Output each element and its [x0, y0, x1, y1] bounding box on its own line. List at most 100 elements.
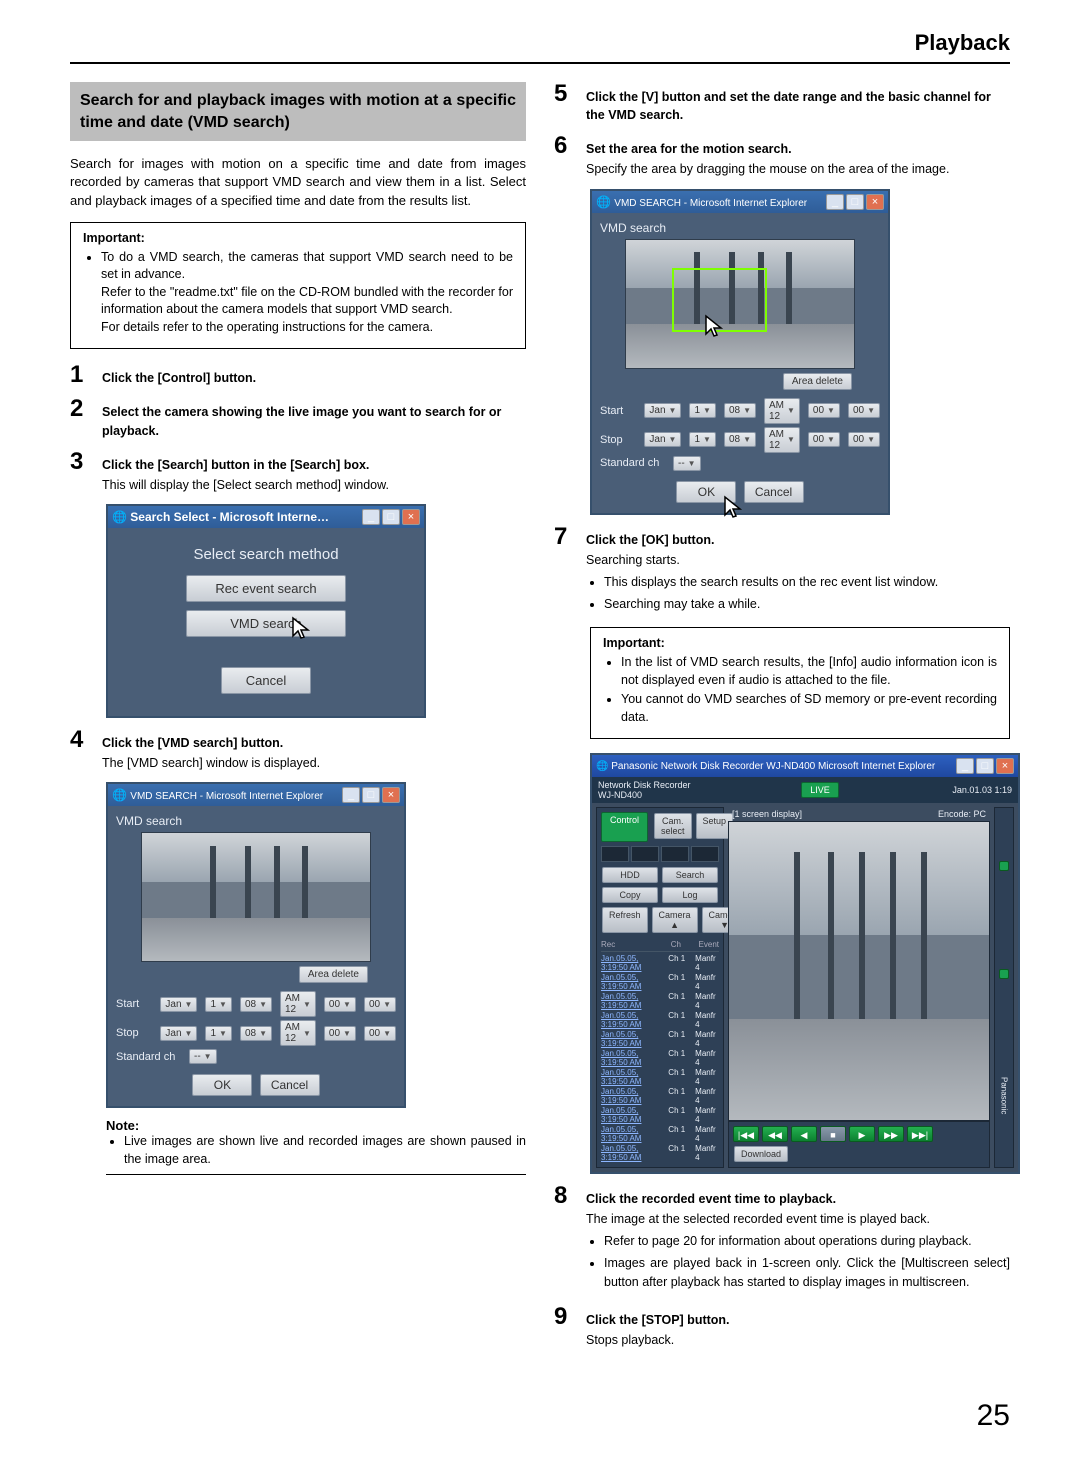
close-icon[interactable]: ×	[402, 509, 420, 525]
event-row[interactable]: Jan.05.05, 3:19:50 AMCh 1Manfr 4	[601, 1068, 719, 1086]
event-row[interactable]: Jan.05.05, 3:19:50 AMCh 1Manfr 4	[601, 992, 719, 1010]
event-row[interactable]: Jan.05.05, 3:19:50 AMCh 1Manfr 4	[601, 1011, 719, 1029]
search-button[interactable]: Search	[662, 867, 718, 883]
day-select[interactable]: 1▼	[205, 997, 231, 1012]
hdd-button[interactable]: HDD	[602, 867, 658, 883]
step-3: 3 Click the [Search] button in the [Sear…	[70, 450, 526, 494]
vmd-search-button[interactable]: VMD search	[186, 610, 346, 637]
playback-button[interactable]: ▶▶	[878, 1126, 904, 1142]
cam-select-tab[interactable]: Cam. select	[654, 813, 692, 839]
minimize-icon[interactable]: _	[342, 787, 360, 803]
minimize-icon[interactable]: _	[362, 509, 380, 525]
close-icon[interactable]: ×	[996, 758, 1014, 774]
channel-select[interactable]: --▼	[673, 456, 701, 471]
step-text: Click the [VMD search] button.	[102, 736, 283, 750]
hour-select[interactable]: AM 12▼	[280, 1020, 316, 1046]
cancel-button[interactable]: Cancel	[744, 481, 804, 503]
display-mode: [1 screen display]	[732, 809, 802, 819]
day-select[interactable]: 1▼	[689, 432, 715, 447]
important-item: To do a VMD search, the cameras that sup…	[101, 249, 513, 337]
maximize-icon[interactable]: □	[976, 758, 994, 774]
area-delete-button[interactable]: Area delete	[783, 373, 852, 390]
ie-icon: 🌐 VMD SEARCH - Microsoft Internet Explor…	[596, 195, 807, 209]
minute-select[interactable]: 00▼	[808, 432, 840, 447]
close-icon[interactable]: ×	[866, 194, 884, 210]
content-columns: Search for and playback images with moti…	[70, 82, 1010, 1359]
day-select[interactable]: 1▼	[689, 403, 715, 418]
camera-preview[interactable]	[141, 832, 371, 962]
note-title: Note:	[106, 1118, 526, 1133]
month-select[interactable]: Jan▼	[160, 1026, 197, 1041]
status-led	[999, 969, 1009, 979]
year-select[interactable]: 08▼	[724, 403, 756, 418]
cancel-button[interactable]: Cancel	[221, 667, 311, 694]
second-select[interactable]: 00▼	[364, 1026, 396, 1041]
minimize-icon[interactable]: _	[956, 758, 974, 774]
event-row[interactable]: Jan.05.05, 3:19:50 AMCh 1Manfr 4	[601, 1106, 719, 1124]
step-9: 9 Click the [STOP] button. Stops playbac…	[554, 1305, 1010, 1349]
cancel-button[interactable]: Cancel	[260, 1074, 320, 1096]
event-row[interactable]: Jan.05.05, 3:19:50 AMCh 1Manfr 4	[601, 973, 719, 991]
camera-up-button[interactable]: Camera ▲	[652, 907, 698, 933]
year-select[interactable]: 08▼	[240, 997, 272, 1012]
playback-button[interactable]: ▶▶|	[907, 1126, 933, 1142]
second-select[interactable]: 00▼	[364, 997, 396, 1012]
close-icon[interactable]: ×	[382, 787, 400, 803]
month-select[interactable]: Jan▼	[160, 997, 197, 1012]
hour-select[interactable]: AM 12▼	[764, 427, 800, 453]
log-button[interactable]: Log	[662, 887, 718, 903]
ok-button[interactable]: OK	[192, 1074, 252, 1096]
important-box-2: Important: In the list of VMD search res…	[590, 627, 1010, 739]
main-camera-view[interactable]	[728, 821, 990, 1121]
multiscreen-row[interactable]	[601, 846, 719, 862]
second-select[interactable]: 00▼	[848, 403, 880, 418]
rec-event-search-button[interactable]: Rec event search	[186, 575, 346, 602]
event-row[interactable]: Jan.05.05, 3:19:50 AMCh 1Manfr 4	[601, 1144, 719, 1162]
step-number: 5	[554, 82, 576, 106]
playback-button[interactable]: ◀◀	[762, 1126, 788, 1142]
camera-preview[interactable]	[625, 239, 855, 369]
playback-button[interactable]: ◀	[791, 1126, 817, 1142]
step-1: 1 Click the [Control] button.	[70, 363, 526, 387]
month-select[interactable]: Jan▼	[644, 432, 681, 447]
live-indicator: LIVE	[801, 782, 839, 798]
step-number: 9	[554, 1305, 576, 1329]
minute-select[interactable]: 00▼	[324, 997, 356, 1012]
step-sub: The [VMD search] window is displayed.	[102, 754, 526, 772]
playback-button[interactable]: |◀◀	[733, 1126, 759, 1142]
step-sub: Specify the area by dragging the mouse o…	[586, 160, 1010, 178]
minimize-icon[interactable]: _	[826, 194, 844, 210]
maximize-icon[interactable]: □	[362, 787, 380, 803]
step-bullet: Images are played back in 1-screen only.…	[604, 1254, 1010, 1290]
second-select[interactable]: 00▼	[848, 432, 880, 447]
step-text: Select the camera showing the live image…	[102, 405, 501, 437]
hour-select[interactable]: AM 12▼	[764, 398, 800, 424]
download-button[interactable]: Download	[734, 1146, 788, 1162]
maximize-icon[interactable]: □	[846, 194, 864, 210]
month-select[interactable]: Jan▼	[644, 403, 681, 418]
hour-select[interactable]: AM 12▼	[280, 991, 316, 1017]
control-tab[interactable]: Control	[601, 812, 648, 842]
event-row[interactable]: Jan.05.05, 3:19:50 AMCh 1Manfr 4	[601, 1125, 719, 1143]
copy-button[interactable]: Copy	[602, 887, 658, 903]
event-row[interactable]: Jan.05.05, 3:19:50 AMCh 1Manfr 4	[601, 1049, 719, 1067]
channel-select[interactable]: --▼	[189, 1049, 217, 1064]
minute-select[interactable]: 00▼	[324, 1026, 356, 1041]
event-row[interactable]: Jan.05.05, 3:19:50 AMCh 1Manfr 4	[601, 1030, 719, 1048]
vmd-label: VMD search	[600, 219, 880, 239]
playback-button[interactable]: ▶	[849, 1126, 875, 1142]
year-select[interactable]: 08▼	[240, 1026, 272, 1041]
event-row[interactable]: Jan.05.05, 3:19:50 AMCh 1Manfr 4	[601, 954, 719, 972]
day-select[interactable]: 1▼	[205, 1026, 231, 1041]
minute-select[interactable]: 00▼	[808, 403, 840, 418]
cursor-icon	[704, 314, 726, 340]
step-bullet: This displays the search results on the …	[604, 573, 1010, 591]
step-5: 5 Click the [V] button and set the date …	[554, 82, 1010, 124]
stop-button[interactable]: ■	[820, 1126, 846, 1142]
area-delete-button[interactable]: Area delete	[299, 966, 368, 983]
refresh-button[interactable]: Refresh	[602, 907, 648, 933]
step-text: Click the [V] button and set the date ra…	[586, 90, 991, 122]
maximize-icon[interactable]: □	[382, 509, 400, 525]
year-select[interactable]: 08▼	[724, 432, 756, 447]
event-row[interactable]: Jan.05.05, 3:19:50 AMCh 1Manfr 4	[601, 1087, 719, 1105]
